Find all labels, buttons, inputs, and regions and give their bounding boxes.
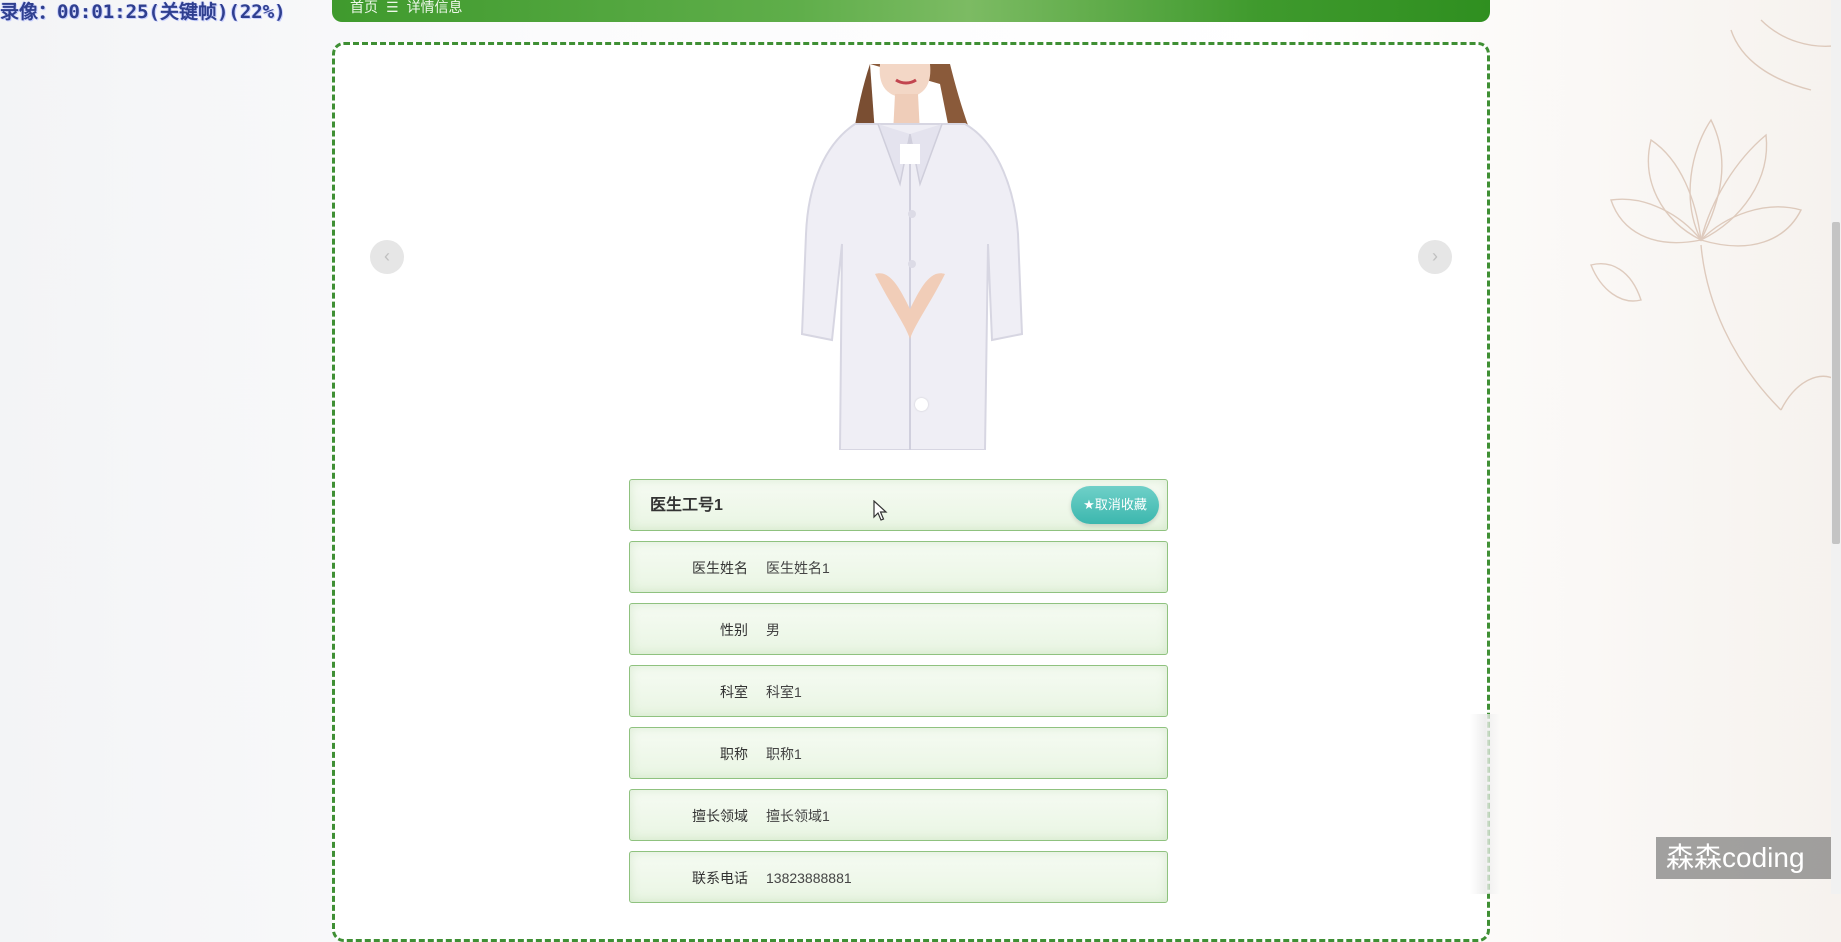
carousel-prev-button[interactable]: ‹	[370, 240, 404, 274]
field-label: 性别	[720, 622, 748, 638]
field-row-doctor-name: 医生姓名 医生姓名1	[629, 541, 1168, 593]
recording-timer-overlay: 录像：00:01:25(关键帧)(22%)	[0, 1, 286, 23]
field-row-gender: 性别 男	[629, 603, 1168, 655]
field-label: 医生姓名	[692, 560, 748, 576]
field-value: 男	[766, 622, 780, 638]
mouse-cursor-icon	[873, 500, 888, 521]
lotus-decoration	[1590, 19, 1841, 411]
carousel-indicator-dot[interactable]	[915, 398, 928, 411]
breadcrumb-separator-icon: ☰	[386, 0, 399, 15]
image-carousel: ‹ ›	[370, 64, 1452, 450]
field-row-phone: 联系电话 13823888881	[629, 851, 1168, 903]
field-value: 13823888881	[766, 870, 852, 886]
breadcrumb-home-link[interactable]: 首页	[350, 0, 378, 14]
field-value: 职称1	[766, 746, 802, 762]
watermark: 森森coding	[1656, 837, 1831, 879]
field-value: 医生姓名1	[766, 560, 830, 576]
field-label: 科室	[720, 684, 748, 700]
field-label: 职称	[720, 746, 748, 762]
carousel-next-button[interactable]: ›	[1418, 240, 1452, 274]
field-value: 擅长领域1	[766, 808, 830, 824]
field-row-specialty: 擅长领域 擅长领域1	[629, 789, 1168, 841]
detail-title-row: 医生工号1 ★取消收藏	[629, 479, 1168, 531]
field-row-department: 科室 科室1	[629, 665, 1168, 717]
field-label: 擅长领域	[692, 808, 748, 824]
side-shadow	[1470, 714, 1500, 894]
doctor-id-title: 医生工号1	[650, 497, 723, 514]
field-value: 科室1	[766, 684, 802, 700]
breadcrumb: 首页 ☰ 详情信息	[332, 0, 1490, 22]
field-label: 联系电话	[692, 870, 748, 886]
field-row-title: 职称 职称1	[629, 727, 1168, 779]
cancel-favorite-button[interactable]: ★取消收藏	[1071, 486, 1159, 524]
breadcrumb-current: 详情信息	[406, 0, 463, 15]
doctor-photo	[800, 64, 1024, 450]
scrollbar-thumb[interactable]	[1832, 222, 1840, 544]
page-scrollbar[interactable]	[1831, 0, 1841, 894]
